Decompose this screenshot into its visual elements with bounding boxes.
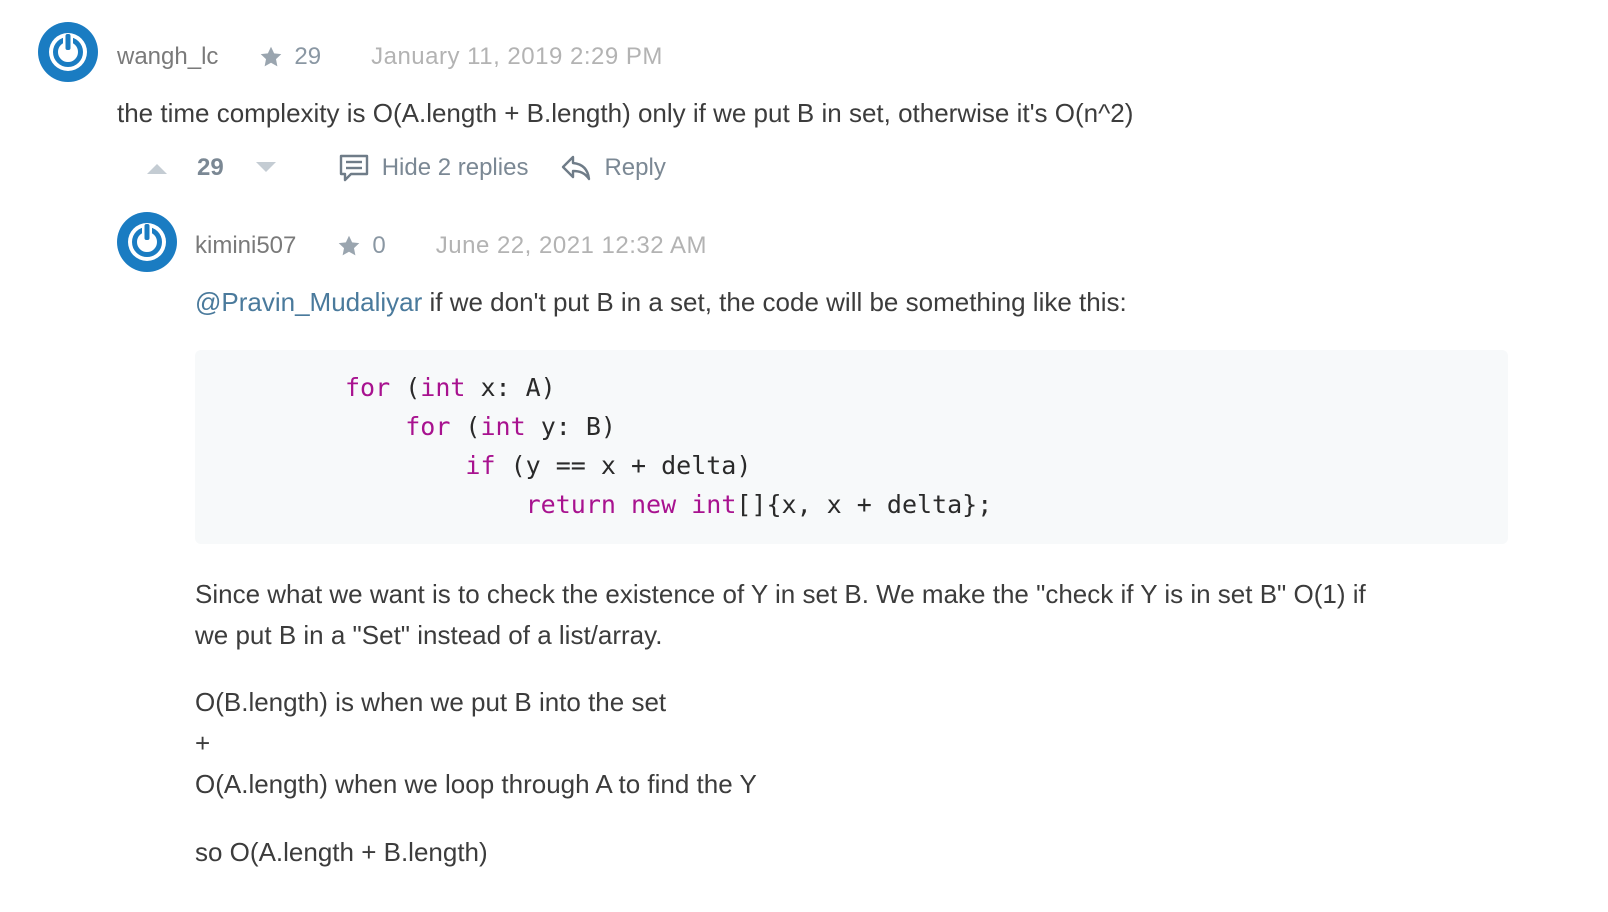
code-keyword: int (480, 412, 526, 441)
text-line: O(A.length) when we loop through A to fi… (195, 769, 757, 799)
reply-arrow-icon (562, 155, 591, 181)
power-avatar-icon (117, 212, 177, 272)
upvote-arrow-icon[interactable] (145, 160, 169, 176)
code-keyword: int (420, 373, 466, 402)
text-line: + (195, 728, 211, 758)
reputation-count: 29 (294, 43, 322, 70)
code-keyword: int (691, 490, 737, 519)
comment-actions: 29 Hide 2 replies Reply (145, 150, 666, 186)
code-text: ( (450, 412, 481, 441)
reply-paragraph-3: so O(A.length + B.length) (195, 832, 488, 873)
reputation: 29 (258, 43, 321, 71)
reply-intro-text: if we don't put B in a set, the code wil… (422, 287, 1127, 317)
hide-replies-button[interactable]: Hide 2 replies (338, 152, 529, 184)
code-keyword: for (405, 412, 451, 441)
reply-reputation: 0 (336, 232, 386, 260)
comment-date: January 11, 2019 2:29 PM (371, 43, 663, 70)
comment-meta: wangh_lc 29 January 11, 2019 2:29 PM (117, 40, 663, 74)
text-line: we put B in a "Set" instead of a list/ar… (195, 620, 663, 650)
star-icon (261, 46, 282, 67)
code-keyword: return (525, 490, 616, 519)
code-text: x: A) (465, 373, 556, 402)
comment-text: the time complexity is O(A.length + B.le… (117, 98, 1134, 128)
reply-paragraph-2: O(B.length) is when we put B into the se… (195, 682, 757, 805)
reply-date: June 22, 2021 12:32 AM (435, 232, 707, 259)
code-text: ( (390, 373, 421, 402)
code-text: (y == x + delta) (495, 451, 752, 480)
downvote-arrow-icon[interactable] (254, 160, 278, 176)
mention-link[interactable]: @Pravin_Mudaliyar (195, 287, 422, 317)
comment-icon (339, 154, 368, 182)
text-line: Since what we want is to check the exist… (195, 579, 1366, 609)
star-icon (339, 235, 360, 256)
hide-replies-label: Hide 2 replies (381, 154, 529, 181)
reply-username-link[interactable]: kimini507 (195, 232, 296, 260)
code-content: for (int x: A) for (int y: B) if (y == x… (195, 350, 1508, 524)
code-block: for (int x: A) for (int y: B) if (y == x… (195, 350, 1508, 544)
avatar[interactable] (38, 22, 98, 82)
reply-paragraph-1: Since what we want is to check the exist… (195, 574, 1366, 656)
reply-label: Reply (604, 154, 666, 181)
text-line: O(B.length) is when we put B into the se… (195, 687, 667, 717)
username-link[interactable]: wangh_lc (117, 43, 218, 71)
reply-reputation-count: 0 (372, 232, 386, 259)
power-avatar-icon (38, 22, 98, 82)
code-keyword: new (631, 490, 677, 519)
code-text: y: B) (525, 412, 616, 441)
text-line: so O(A.length + B.length) (195, 837, 488, 867)
reply-meta: kimini507 0 June 22, 2021 12:32 AM (195, 229, 707, 263)
reply-intro: @Pravin_Mudaliyar if we don't put B in a… (195, 281, 1127, 323)
code-keyword: if (465, 451, 496, 480)
code-keyword: for (345, 373, 391, 402)
reply-avatar[interactable] (117, 212, 177, 272)
vote-count: 29 (197, 154, 224, 181)
code-text: []{x, x + delta}; (736, 490, 993, 519)
reply-button[interactable]: Reply (560, 153, 666, 183)
